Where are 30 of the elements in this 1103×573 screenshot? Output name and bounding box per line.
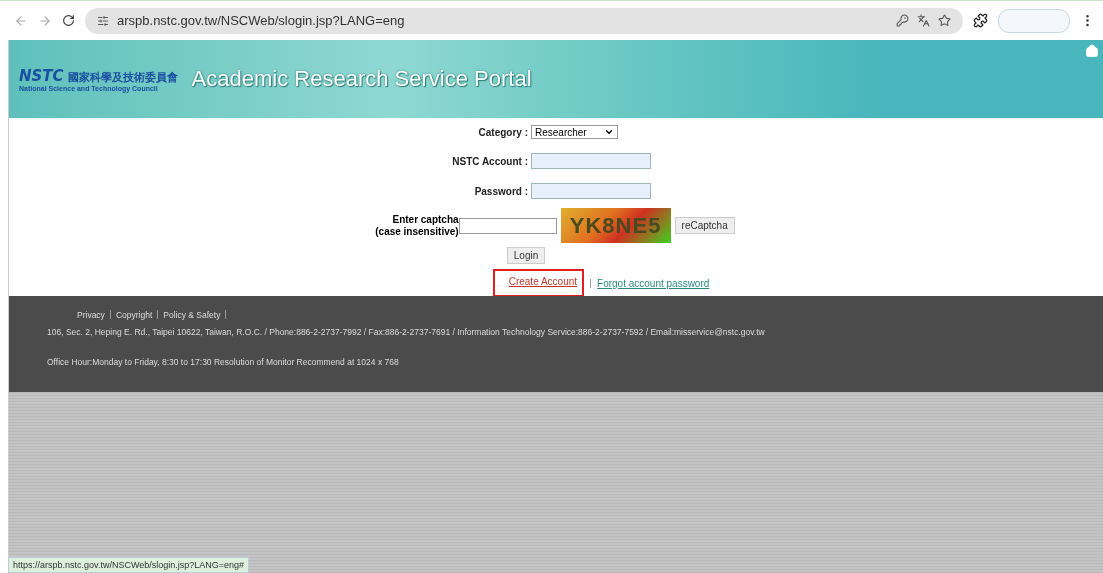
office-hours-text: Office Hour:Monday to Friday, 8:30 to 17:30 Resolution of Monitor Recommend at 1024 x 768 (47, 357, 400, 367)
footer-link[interactable]: Copyright (115, 310, 153, 320)
category-select[interactable]: Researcher (531, 125, 618, 139)
star-icon[interactable] (938, 14, 951, 27)
account-label: NSTC Account : (451, 155, 529, 167)
chevron-down-icon (604, 127, 614, 137)
captcha-field[interactable] (458, 217, 557, 234)
captcha-image: YK8NE5 (560, 208, 671, 243)
category-label: Category : (477, 126, 529, 138)
key-icon[interactable] (896, 14, 909, 27)
account-field[interactable] (531, 153, 651, 169)
login-button[interactable]: Login (506, 247, 546, 264)
status-url: https://arspb.nstc.gov.tw/NSCWeb/slogin.jsp?LANG=eng# (8, 557, 250, 573)
translate-icon[interactable] (917, 14, 930, 27)
recaptcha-button[interactable]: reCaptcha (674, 217, 735, 234)
password-label: Password : (473, 185, 529, 197)
reload-icon[interactable] (62, 14, 75, 27)
puzzle-icon[interactable] (973, 13, 988, 28)
site-settings-icon[interactable] (97, 14, 109, 27)
url-text: arspb.nstc.gov.tw/NSCWeb/slogin.jsp?LANG=eng (117, 13, 406, 28)
address-bar[interactable]: arspb.nstc.gov.tw/NSCWeb/slogin.jsp?LANG=eng (85, 7, 963, 34)
address-text: 106, Sec. 2, Heping E. Rd., Taipei 10622, Taiwan, R.O.C. / Phone:886-2-2737-7992 / Fax:886-2-2737-7691 / Information Technology Service:886-2-2737-7592 / Email:misservice@nstc.gov.tw (47, 327, 766, 337)
footer-link[interactable]: Privacy (77, 310, 105, 320)
footer-link[interactable]: Policy & Safety (163, 310, 221, 320)
logo-chinese-name: 國家科學及技術委員會 (67, 69, 178, 85)
captcha-label: Enter captcha (case insensitive) (375, 213, 459, 238)
password-field[interactable] (531, 183, 651, 199)
portal-title: Academic Research Service Portal (191, 66, 532, 92)
link[interactable]: Forgot account password (597, 277, 710, 289)
logo-abbreviation: NSTC (19, 66, 64, 85)
